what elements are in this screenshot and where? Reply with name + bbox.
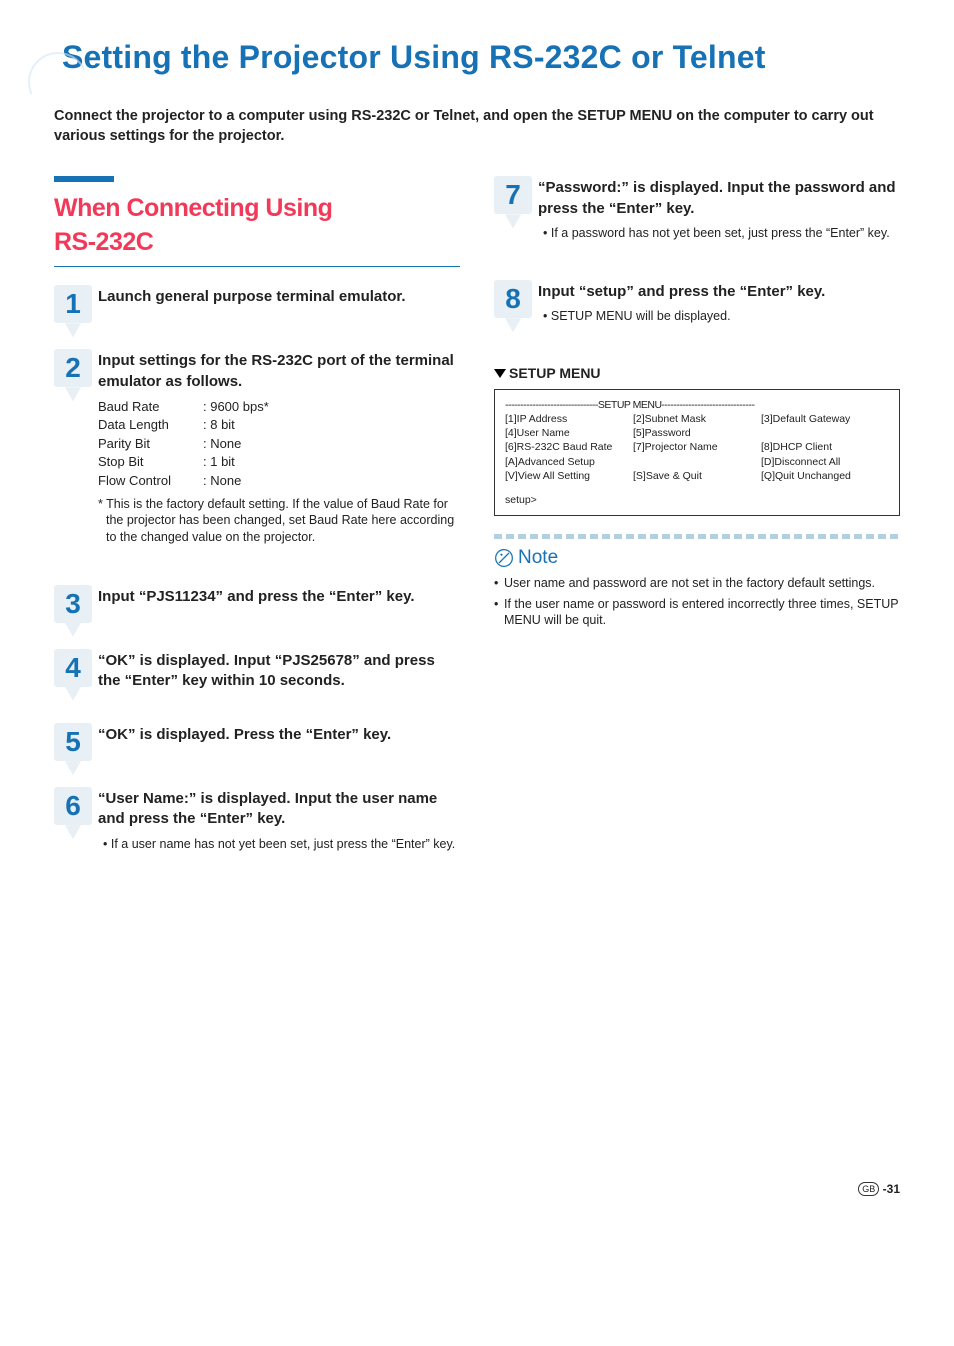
section-accent-bar bbox=[54, 176, 114, 182]
step-7-bullet: • If a password has not yet been set, ju… bbox=[538, 225, 900, 242]
baud-rate-value: : 9600 bps* bbox=[203, 398, 269, 416]
note-title-text: Note bbox=[518, 545, 558, 571]
step-7: 7 “Password:” is displayed. Input the pa… bbox=[494, 176, 900, 254]
page-title: Setting the Projector Using RS-232C or T… bbox=[62, 36, 900, 79]
sm-r4c2 bbox=[633, 455, 761, 469]
setup-menu-heading: SETUP MENU bbox=[509, 365, 601, 381]
step-tail-icon bbox=[65, 323, 81, 337]
step-tail-icon bbox=[505, 214, 521, 228]
step-8-bullet: • SETUP MENU will be displayed. bbox=[538, 308, 900, 325]
sm-r1c3: [3]Default Gateway bbox=[761, 412, 889, 426]
page-number: -31 bbox=[883, 1182, 900, 1196]
step-tail-icon bbox=[505, 318, 521, 332]
step-number-2: 2 bbox=[54, 349, 92, 387]
step-number-3: 3 bbox=[54, 585, 92, 623]
note-heading: Note bbox=[494, 545, 900, 571]
step-6-bullet-text: If a user name has not yet been set, jus… bbox=[111, 837, 455, 851]
note-item-1: User name and password are not set in th… bbox=[494, 575, 900, 592]
sm-r1c1: [1]IP Address bbox=[505, 412, 633, 426]
step-5-title: “OK” is displayed. Press the “Enter” key… bbox=[98, 725, 460, 745]
settings-list: Baud Rate: 9600 bps* Data Length: 8 bit … bbox=[98, 398, 460, 490]
step-1: 1 Launch general purpose terminal emulat… bbox=[54, 285, 460, 323]
step-8: 8 Input “setup” and press the “Enter” ke… bbox=[494, 280, 900, 338]
step-7-bullet-text: If a password has not yet been set, just… bbox=[551, 226, 890, 240]
sm-r4c1: [A]Advanced Setup bbox=[505, 455, 633, 469]
step-5: 5 “OK” is displayed. Press the “Enter” k… bbox=[54, 723, 460, 761]
right-column: 7 “Password:” is displayed. Input the pa… bbox=[494, 176, 900, 891]
step-number-5: 5 bbox=[54, 723, 92, 761]
gb-badge: GB bbox=[858, 1182, 879, 1196]
intro-paragraph: Connect the projector to a computer usin… bbox=[54, 107, 900, 146]
step-3: 3 Input “PJS11234” and press the “Enter”… bbox=[54, 585, 460, 623]
stop-bit-label: Stop Bit bbox=[98, 453, 203, 471]
sm-r3c2: [7]Projector Name bbox=[633, 440, 761, 454]
sm-r4c3: [D]Disconnect All bbox=[761, 455, 889, 469]
section-heading: When Connecting Using RS-232C bbox=[54, 192, 460, 260]
sm-r5c3: [Q]Quit Unchanged bbox=[761, 469, 889, 483]
page-footer: GB -31 bbox=[54, 1181, 900, 1197]
flow-control-label: Flow Control bbox=[98, 472, 203, 490]
step-number-4: 4 bbox=[54, 649, 92, 687]
note-item-2: If the user name or password is entered … bbox=[494, 596, 900, 630]
step-number-7: 7 bbox=[494, 176, 532, 214]
data-length-value: : 8 bit bbox=[203, 416, 235, 434]
step-3-title: Input “PJS11234” and press the “Enter” k… bbox=[98, 587, 460, 607]
sm-r2c1: [4]User Name bbox=[505, 426, 633, 440]
flow-control-value: : None bbox=[203, 472, 241, 490]
section-heading-line1: When Connecting Using bbox=[54, 194, 332, 222]
setup-menu-box: -------------------------------SETUP MEN… bbox=[494, 389, 900, 516]
setup-prompt: setup> bbox=[505, 493, 889, 507]
step-tail-icon bbox=[65, 387, 81, 401]
step-8-title: Input “setup” and press the “Enter” key. bbox=[538, 282, 900, 302]
note-separator-dots bbox=[494, 534, 900, 539]
step-tail-icon bbox=[65, 825, 81, 839]
note-icon bbox=[494, 548, 514, 568]
step-tail-icon bbox=[65, 761, 81, 775]
data-length-label: Data Length bbox=[98, 416, 203, 434]
triangle-down-icon bbox=[494, 369, 506, 378]
step-number-1: 1 bbox=[54, 285, 92, 323]
step-4: 4 “OK” is displayed. Input “PJS25678” an… bbox=[54, 649, 460, 698]
step-4-title: “OK” is displayed. Input “PJS25678” and … bbox=[98, 651, 460, 692]
baud-rate-label: Baud Rate bbox=[98, 398, 203, 416]
step-6: 6 “User Name:” is displayed. Input the u… bbox=[54, 787, 460, 865]
step-2: 2 Input settings for the RS-232C port of… bbox=[54, 349, 460, 558]
step-number-6: 6 bbox=[54, 787, 92, 825]
left-column: When Connecting Using RS-232C 1 Launch g… bbox=[54, 176, 460, 891]
sm-r5c1: [V]View All Setting bbox=[505, 469, 633, 483]
parity-bit-value: : None bbox=[203, 435, 241, 453]
stop-bit-value: : 1 bit bbox=[203, 453, 235, 471]
step-8-bullet-text: SETUP MENU will be displayed. bbox=[551, 309, 731, 323]
sm-r3c1: [6]RS-232C Baud Rate bbox=[505, 440, 633, 454]
sm-r2c3 bbox=[761, 426, 889, 440]
step-1-title: Launch general purpose terminal emulator… bbox=[98, 287, 460, 307]
step-6-bullet: • If a user name has not yet been set, j… bbox=[98, 836, 460, 853]
section-heading-line2: RS-232C bbox=[54, 228, 153, 256]
step-number-8: 8 bbox=[494, 280, 532, 318]
sm-r3c3: [8]DHCP Client bbox=[761, 440, 889, 454]
step-tail-icon bbox=[65, 687, 81, 701]
step-2-footnote: * This is the factory default setting. I… bbox=[98, 496, 460, 547]
step-6-title: “User Name:” is displayed. Input the use… bbox=[98, 789, 460, 830]
setup-menu-heading-row: SETUP MENU bbox=[494, 364, 900, 383]
step-tail-icon bbox=[65, 623, 81, 637]
note-list: User name and password are not set in th… bbox=[494, 575, 900, 630]
step-7-title: “Password:” is displayed. Input the pass… bbox=[538, 178, 900, 219]
sm-r5c2: [S]Save & Quit bbox=[633, 469, 761, 483]
section-rule bbox=[54, 266, 460, 268]
setup-menu-divider: -------------------------------SETUP MEN… bbox=[505, 398, 889, 412]
sm-r2c2: [5]Password bbox=[633, 426, 761, 440]
sm-r1c2: [2]Subnet Mask bbox=[633, 412, 761, 426]
parity-bit-label: Parity Bit bbox=[98, 435, 203, 453]
step-2-title: Input settings for the RS-232C port of t… bbox=[98, 351, 460, 392]
